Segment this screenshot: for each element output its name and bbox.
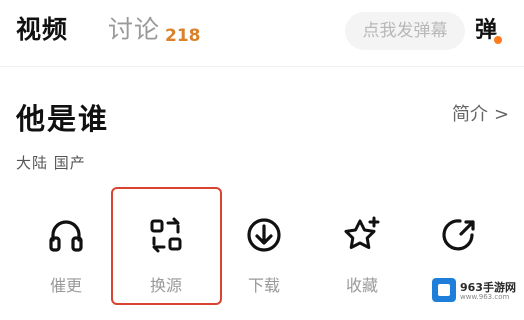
action-label: 下载	[247, 276, 280, 295]
urge-update-button[interactable]: 催更	[16, 200, 116, 300]
danmaku-toggle-button[interactable]: 弹	[468, 12, 504, 50]
action-label: 收藏	[345, 276, 378, 295]
video-detail-screen: 视频 讨论 218 点我发弹幕 弹 他是谁 简介 > 大陆 国产 催更 换源 下…	[0, 0, 524, 320]
video-meta-tags: 大陆 国产	[16, 154, 86, 172]
intro-link[interactable]: 简介 >	[452, 100, 509, 126]
tab-video[interactable]: 视频	[16, 10, 68, 50]
tab-discussion[interactable]: 讨论	[108, 10, 160, 50]
watermark: 963手游网 www.963.com	[432, 278, 524, 306]
intro-label: 简介	[452, 104, 488, 125]
discussion-count-badge: 218	[165, 26, 201, 46]
favorite-button[interactable]: 收藏	[312, 200, 412, 300]
danmaku-input[interactable]: 点我发弹幕	[345, 12, 465, 50]
headphones-icon	[49, 220, 83, 252]
video-title: 他是谁	[16, 102, 110, 136]
star-add-icon	[344, 216, 380, 249]
download-icon	[247, 218, 281, 252]
download-button[interactable]: 下载	[214, 200, 314, 300]
watermark-url: www.963.com	[460, 293, 510, 301]
action-label: 催更	[49, 276, 82, 295]
share-icon	[442, 219, 475, 251]
chevron-right-icon: >	[494, 104, 510, 125]
danmaku-status-dot	[492, 34, 504, 46]
watermark-logo-icon	[432, 278, 456, 302]
divider	[0, 66, 524, 67]
highlight-box	[111, 187, 222, 305]
